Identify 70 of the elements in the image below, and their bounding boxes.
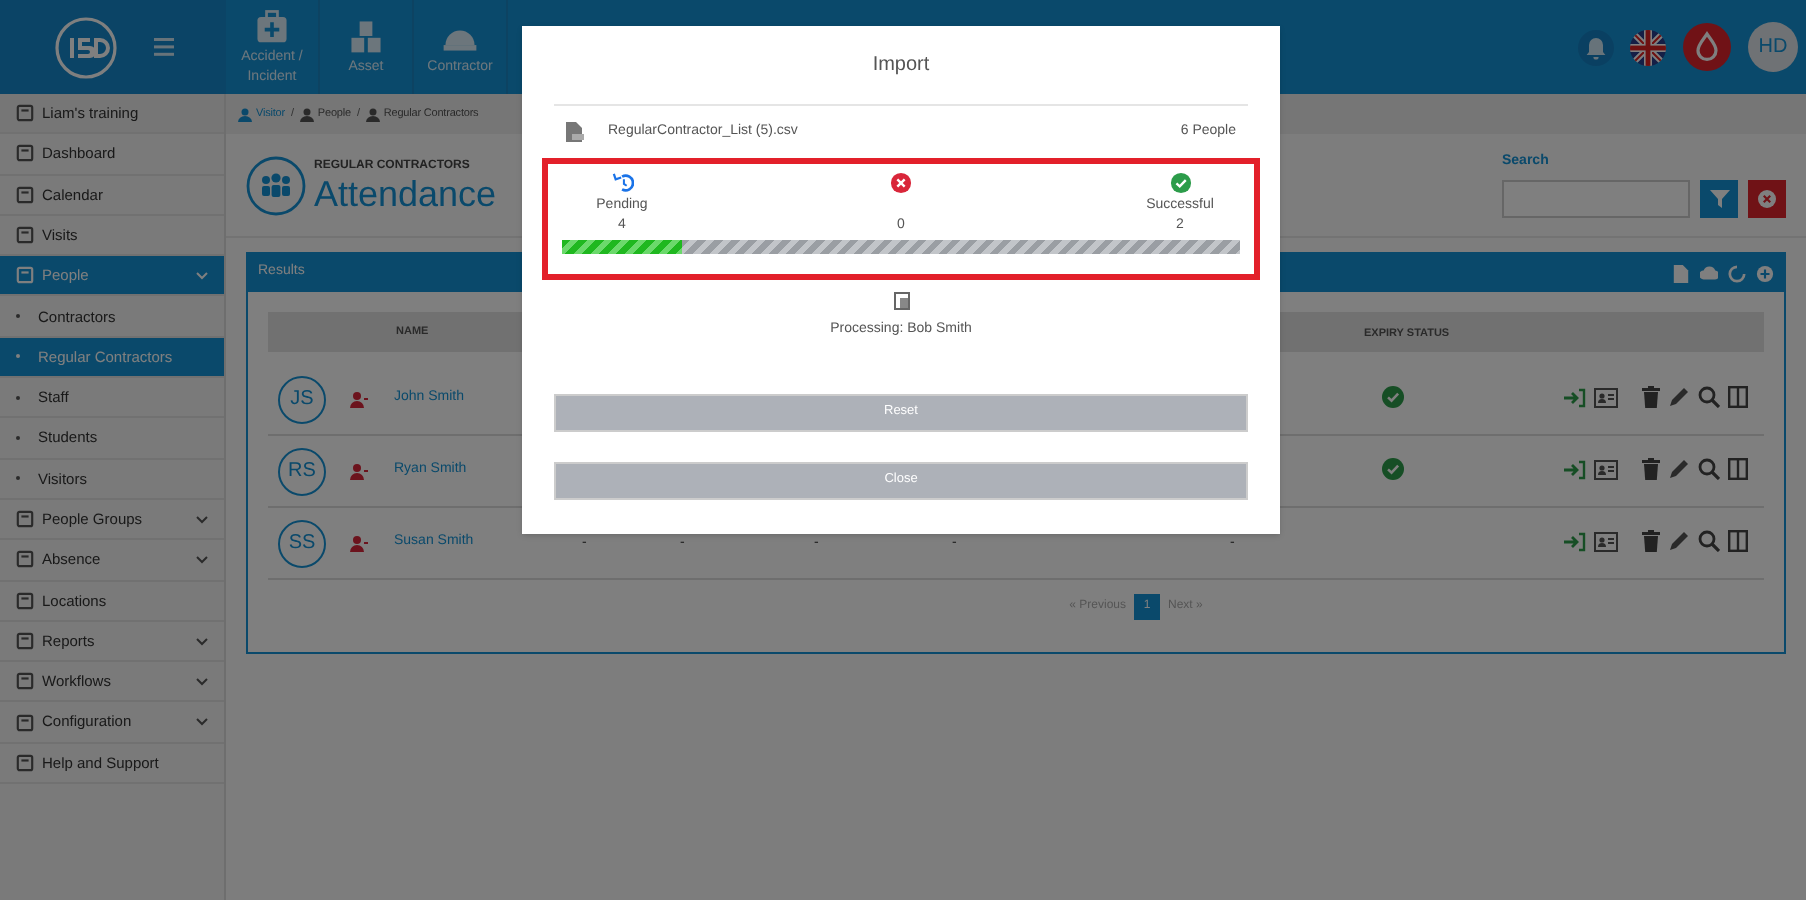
pencil-icon: [1668, 458, 1690, 480]
person-badge-icon: [350, 463, 368, 479]
filter-button[interactable]: [1700, 179, 1738, 218]
person-badge-icon: [350, 535, 368, 551]
trash-icon: [1642, 458, 1660, 480]
person-icon: [365, 107, 380, 121]
first-aid-icon: [252, 6, 292, 46]
columns-icon: [1728, 386, 1748, 408]
close-icon: [1758, 189, 1776, 208]
document-icon: [893, 292, 909, 310]
history-icon: [611, 172, 633, 194]
menu-item-icon: [16, 266, 34, 285]
search-icon: [1698, 386, 1720, 408]
search-field[interactable]: [1502, 179, 1690, 218]
page-title: Attendance: [314, 176, 497, 212]
menu-item-icon: [16, 144, 34, 163]
flag-icon: [1630, 29, 1666, 65]
file-icon: [566, 122, 584, 142]
avatar: SS: [278, 519, 326, 567]
chevron-down-icon: [196, 271, 208, 280]
menu-item-icon: [16, 713, 34, 732]
clear-button[interactable]: [1748, 179, 1786, 218]
drop-icon: [1682, 22, 1732, 72]
avatar: RS: [278, 447, 326, 495]
menu-item-icon: [16, 550, 34, 569]
sign-in-icon: [1564, 459, 1586, 479]
sign-in-icon: [1564, 531, 1586, 551]
person-icon: [238, 107, 252, 121]
chevron-down-icon: [196, 515, 208, 524]
people-icon: [246, 155, 306, 215]
pencil-icon: [1668, 530, 1690, 552]
menu-item-icon: [16, 510, 34, 529]
id-card-icon: [1594, 459, 1618, 479]
error-icon: [890, 172, 912, 194]
trash-icon: [1642, 530, 1660, 552]
pencil-icon: [1668, 386, 1690, 408]
cloud-download-icon: [1700, 263, 1718, 283]
columns-icon: [1728, 458, 1748, 480]
menu-item-icon: [16, 185, 34, 204]
search-icon: [1698, 458, 1720, 480]
sign-in-icon: [1564, 387, 1586, 407]
dialog-title: Import: [554, 26, 1248, 106]
id-card-icon: [1594, 531, 1618, 551]
chevron-down-icon: [196, 555, 208, 564]
chevron-down-icon: [196, 637, 208, 645]
add-icon: [1756, 263, 1774, 283]
person-badge-icon: [350, 391, 368, 407]
id-card-icon: [1594, 387, 1618, 407]
search-icon: [1698, 530, 1720, 552]
chevron-down-icon: [196, 718, 208, 727]
menu-item-icon: [16, 591, 34, 610]
trash-icon: [1642, 386, 1660, 408]
user-avatar[interactable]: HD: [1748, 22, 1798, 72]
menu-item-icon: [16, 753, 34, 772]
menu-item-icon: [16, 672, 34, 691]
menu-icon: [153, 38, 173, 56]
columns-icon: [1728, 530, 1748, 552]
refresh-icon: [1728, 263, 1746, 283]
logo-icon: [53, 15, 117, 79]
person-icon: [299, 107, 314, 121]
menu-item-icon: [16, 226, 34, 245]
boxes-icon: [346, 16, 386, 56]
avatar: JS: [278, 375, 326, 423]
menu-item-icon: [16, 104, 34, 123]
import-icon: [1672, 263, 1690, 283]
menu-item-icon: [16, 632, 34, 650]
filter-icon: [1709, 188, 1729, 209]
chevron-down-icon: [196, 677, 208, 686]
check-circle-icon: [1169, 172, 1191, 194]
notification-icon: [1578, 29, 1614, 65]
